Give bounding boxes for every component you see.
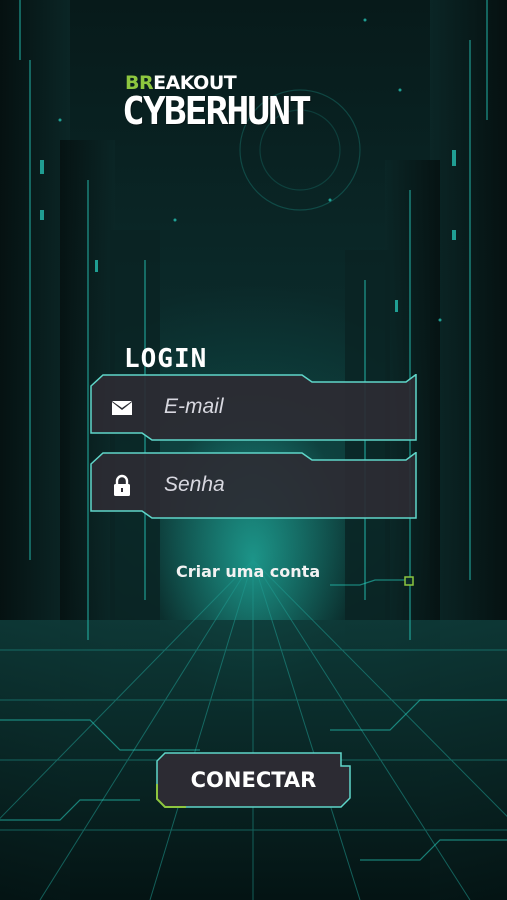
email-input[interactable]: [162, 388, 396, 426]
logo-title: CYBERHUNT: [122, 89, 312, 133]
connect-button[interactable]: CONECTAR: [156, 752, 351, 808]
password-field[interactable]: [90, 452, 417, 519]
email-field[interactable]: [90, 374, 417, 441]
envelope-icon: [112, 401, 132, 415]
login-title: LOGIN: [124, 344, 208, 374]
password-input[interactable]: [162, 466, 396, 504]
lock-icon: [114, 474, 130, 496]
login-screen: BREAKOUT CYBERHUNT LOGIN Criar uma conta: [0, 0, 507, 900]
create-account-link[interactable]: Criar uma conta: [176, 562, 320, 581]
circuit-node-icon: [404, 576, 414, 586]
connect-button-label: CONECTAR: [190, 768, 317, 792]
